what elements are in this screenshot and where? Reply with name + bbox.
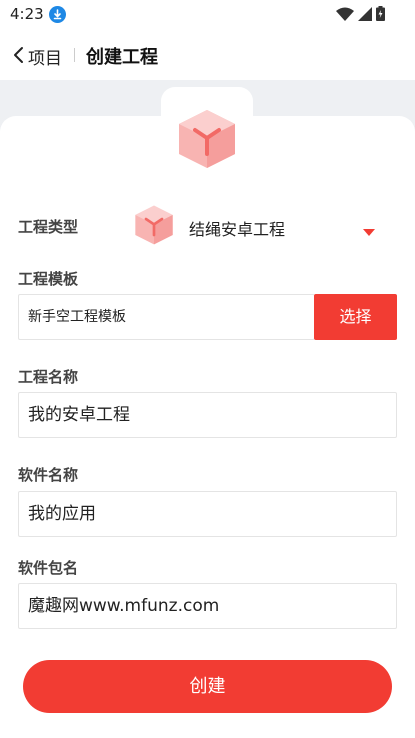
download-icon — [49, 6, 66, 23]
package-name-label: 软件包名 — [18, 559, 79, 577]
back-button-label[interactable]: 项目 — [28, 44, 62, 69]
project-name-input[interactable]: 我的安卓工程 — [18, 392, 397, 438]
app-bar: 项目 创建工程 — [0, 30, 415, 80]
battery-icon — [376, 6, 385, 25]
project-cube-icon — [177, 108, 237, 170]
signal-icon — [358, 6, 372, 25]
status-time: 4:23 — [10, 5, 44, 23]
wifi-icon — [336, 6, 354, 25]
status-bar: 4:23 — [0, 0, 415, 30]
select-template-button[interactable]: 选择 — [314, 294, 397, 340]
project-type-select[interactable]: 结绳安卓工程 — [189, 216, 285, 240]
project-type-label: 工程类型 — [18, 218, 79, 236]
project-name-label: 工程名称 — [18, 368, 79, 386]
template-field[interactable]: 新手空工程模板 — [18, 294, 315, 340]
back-icon[interactable] — [12, 45, 26, 65]
create-button[interactable]: 创建 — [23, 660, 392, 713]
app-name-input[interactable]: 我的应用 — [18, 491, 397, 537]
dropdown-arrow-icon[interactable] — [363, 222, 375, 236]
template-label: 工程模板 — [18, 270, 79, 288]
page-title: 创建工程 — [86, 47, 158, 68]
app-name-label: 软件名称 — [18, 466, 79, 484]
package-name-input[interactable]: 魔趣网www.mfunz.com — [18, 583, 397, 629]
app-bar-divider — [74, 48, 75, 62]
project-type-cube-icon — [134, 204, 174, 246]
